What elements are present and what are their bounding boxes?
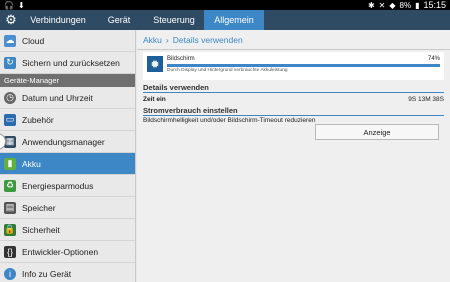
usage-name: Bildschirm bbox=[167, 56, 195, 62]
sidebar-item-label: Datum und Uhrzeit bbox=[22, 92, 93, 103]
power-save-icon: ♻ bbox=[4, 179, 16, 192]
battery-status-icon: ▮ bbox=[415, 0, 420, 10]
sidebar-item-speicher[interactable]: ▤ Speicher bbox=[0, 197, 135, 219]
laptop-icon: ▭ bbox=[4, 113, 16, 126]
storage-icon: ▤ bbox=[4, 201, 16, 214]
details-key: Zeit ein bbox=[143, 95, 166, 103]
breadcrumb-current: Details verwenden bbox=[172, 34, 243, 45]
section-header-power: Stromverbrauch einstellen bbox=[143, 105, 444, 116]
lock-icon: 🔒 bbox=[4, 223, 16, 236]
backup-icon: ↻ bbox=[4, 56, 16, 69]
battery-percent: 8% bbox=[399, 0, 412, 10]
usage-description: Durch Display und Hintergrund verbraucht… bbox=[167, 68, 288, 73]
chevron-right-icon: › bbox=[165, 34, 169, 45]
sidebar-item-info[interactable]: i Info zu Gerät bbox=[0, 263, 135, 282]
sidebar-item-label: Speicher bbox=[22, 202, 56, 213]
anzeige-button[interactable]: Anzeige bbox=[315, 124, 439, 140]
sidebar-item-datum-uhrzeit[interactable]: ◷ Datum und Uhrzeit bbox=[0, 87, 135, 109]
sidebar-item-anwendungsmanager[interactable]: ▦ Anwendungsmanager bbox=[0, 131, 135, 153]
sidebar-item-label: Energiesparmodus bbox=[22, 180, 94, 191]
sidebar-item-label: Zubehör bbox=[22, 114, 54, 125]
sidebar-item-label: Anwendungsmanager bbox=[22, 136, 105, 147]
cloud-icon: ☁ bbox=[4, 34, 16, 47]
sidebar-item-label: Cloud bbox=[22, 35, 45, 46]
sidebar-item-sicherheit[interactable]: 🔒 Sicherheit bbox=[0, 219, 135, 241]
sidebar-item-zubehoer[interactable]: ▭ Zubehör bbox=[0, 109, 135, 131]
tab-geraet[interactable]: Gerät bbox=[94, 10, 144, 30]
sidebar-item-entwickler[interactable]: {} Entwickler-Optionen bbox=[0, 241, 135, 263]
sidebar: ☁ Cloud ↻ Sichern und zurücksetzen Gerät… bbox=[0, 30, 136, 282]
usage-percent: 74% bbox=[427, 56, 440, 62]
power-description: Bildschirmhelligkeit und/oder Bildschirm… bbox=[143, 117, 316, 124]
details-value: 9S 13M 38S bbox=[408, 95, 444, 103]
battery-icon: ▮ bbox=[4, 157, 16, 170]
settings-gear-icon[interactable]: ⚙ bbox=[0, 10, 22, 30]
headset-icon: 🎧 bbox=[4, 0, 14, 10]
breadcrumb-parent[interactable]: Akku bbox=[143, 35, 162, 45]
section-header-geraete-manager: Geräte-Manager bbox=[0, 74, 135, 87]
info-icon: i bbox=[4, 267, 16, 280]
display-icon: ✹ bbox=[147, 56, 163, 72]
sidebar-item-label: Sichern und zurücksetzen bbox=[22, 57, 120, 68]
tab-verbindungen[interactable]: Verbindungen bbox=[22, 10, 94, 30]
tab-steuerung[interactable]: Steuerung bbox=[144, 10, 204, 30]
sidebar-item-cloud[interactable]: ☁ Cloud bbox=[0, 30, 135, 52]
usage-progress-bar bbox=[167, 64, 440, 67]
sidebar-item-label: Entwickler-Optionen bbox=[22, 246, 99, 257]
status-bar: 🎧 ⬇ ✱ ✕ ◆ 8% ▮ 15:15 bbox=[0, 0, 450, 10]
download-icon: ⬇ bbox=[17, 0, 25, 10]
sidebar-item-label: Info zu Gerät bbox=[22, 268, 72, 279]
breadcrumb: Akku › Details verwenden bbox=[137, 30, 450, 50]
tab-allgemein[interactable]: Allgemein bbox=[204, 10, 264, 30]
sidebar-item-energiesparmodus[interactable]: ♻ Energiesparmodus bbox=[0, 175, 135, 197]
sidebar-item-label: Sicherheit bbox=[22, 224, 60, 235]
sidebar-item-akku[interactable]: ▮ Akku bbox=[0, 153, 135, 175]
clock-time: 15:15 bbox=[423, 0, 446, 10]
details-row: Zeit ein 9S 13M 38S bbox=[143, 93, 444, 105]
wifi-icon: ◆ bbox=[389, 0, 396, 10]
braces-icon: {} bbox=[4, 245, 16, 258]
section-header-details: Details verwenden bbox=[143, 82, 444, 93]
bluetooth-icon: ✱ bbox=[367, 0, 375, 10]
settings-tab-bar: ⚙ Verbindungen Gerät Steuerung Allgemein bbox=[0, 10, 450, 30]
sidebar-item-backup[interactable]: ↻ Sichern und zurücksetzen bbox=[0, 52, 135, 74]
sidebar-item-label: Akku bbox=[22, 158, 41, 169]
main-panel: Akku › Details verwenden ✹ Bildschirm 74… bbox=[137, 30, 450, 282]
silent-icon: ✕ bbox=[378, 0, 386, 10]
clock-icon: ◷ bbox=[4, 91, 16, 104]
battery-usage-entry: ✹ Bildschirm 74% Durch Display und Hinte… bbox=[143, 52, 444, 80]
